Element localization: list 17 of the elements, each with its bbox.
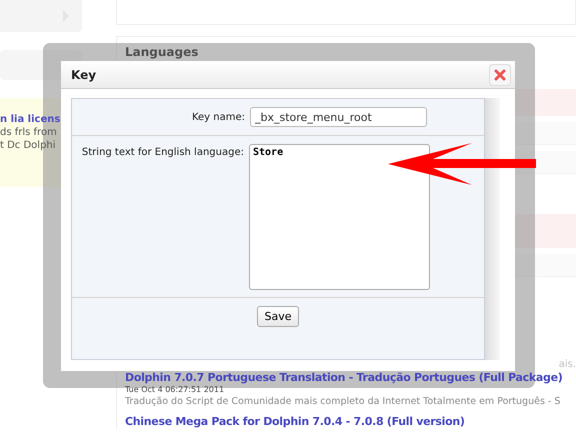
dialog-title: Key — [71, 68, 96, 82]
body-text: ais. — [558, 359, 576, 370]
save-button[interactable]: Save — [257, 306, 298, 326]
field-label: String text for English language: — [80, 146, 245, 158]
item-date: Tue Oct 4 06:27:51 2011 — [125, 385, 224, 395]
item-description: Tradução do Script de Comunidade mais completo da Internet Totalmente em Português - S — [125, 395, 560, 408]
item-link[interactable]: Chinese Mega Pack for Dolphin 7.0.4 - 7.0.8 (Full version) — [125, 415, 465, 429]
field-label: Key name: — [190, 112, 246, 122]
arrow-icon — [388, 143, 537, 186]
close-button[interactable] — [489, 64, 511, 86]
scrollbar[interactable] — [485, 98, 500, 360]
close-icon — [494, 68, 506, 80]
item-link[interactable]: Dolphin 7.0.7 Portuguese Translation - Tradução Portugues (Full Package) — [125, 371, 562, 385]
text-area[interactable]: Store — [249, 144, 430, 290]
notice-text: t Dc Dolphi — [0, 139, 57, 152]
section-title: Languages — [124, 44, 200, 61]
input-field[interactable]: _bx_store_menu_root — [250, 107, 427, 127]
